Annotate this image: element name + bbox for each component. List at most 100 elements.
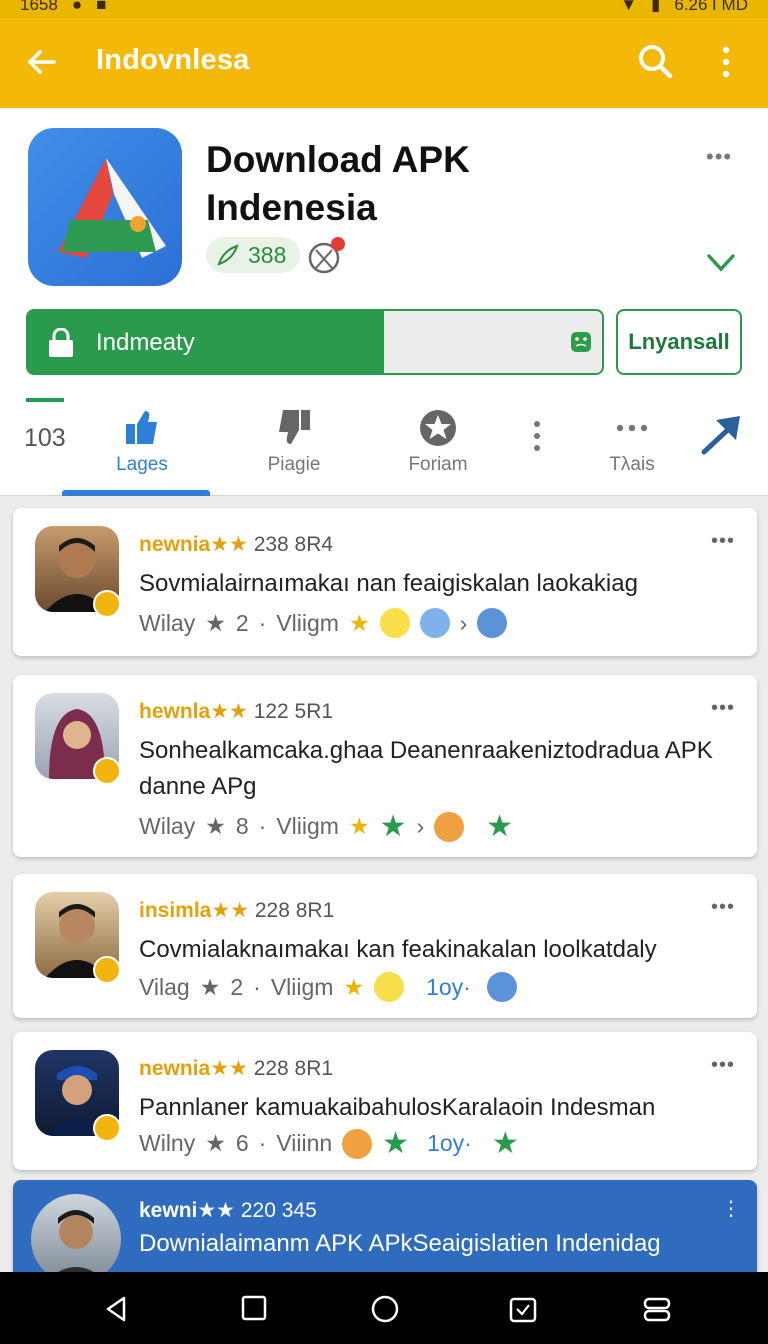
status-time: 1658 [20, 0, 58, 14]
status-clock: 6.26 ΓMD [674, 0, 748, 14]
tab-more[interactable]: Tλais [572, 408, 692, 476]
review-meta: Wilay ★ 2 · Vliigm ★ › [139, 608, 508, 638]
review-text: Downialaimanm APK APkSeaigislatien Inden… [139, 1230, 661, 1257]
notification-icon: ● [71, 0, 83, 14]
review-card[interactable]: hewnla★★ 122 5R1 ••• Sonhealkamcaka.ghaa… [13, 675, 757, 857]
recents-nav-icon[interactable] [240, 1294, 268, 1322]
tab-dislikes[interactable]: Piagie [234, 408, 354, 476]
app-title: Download APK Indenesia [206, 139, 470, 228]
search-icon[interactable] [636, 42, 674, 80]
verified-badge-icon [93, 956, 121, 984]
reviewer-name: newnia★★ 238 8R4 [139, 533, 334, 556]
verified-badge-icon [93, 590, 121, 618]
reviewer-name: newnia★★ 228 8R1 [139, 1057, 334, 1080]
review-text: Sonhealkamcaka.ghaa Deanenraakeniztodrad… [139, 737, 713, 800]
app-icon [28, 128, 182, 286]
verified-badge-icon [93, 757, 121, 785]
reviewer-name: kewni★★ 220 345 [139, 1199, 317, 1222]
menu-nav-icon[interactable] [642, 1294, 672, 1324]
grin-emoji-icon [486, 972, 517, 1002]
install-label: Indmeaty [96, 329, 195, 356]
chevron-right-icon: › [459, 609, 468, 636]
app-bar-title: Indovnlesa [96, 44, 250, 76]
leaf-icon [217, 244, 239, 266]
award-icon[interactable] [306, 236, 346, 276]
review-card[interactable]: newnia★★ 228 8R1 ••• Pannlaner kamuakaib… [13, 1032, 757, 1170]
tab-count: 103 [24, 424, 66, 452]
person-avatar-icon [43, 1210, 109, 1284]
grin-emoji-icon [477, 608, 508, 638]
count-indicator [26, 398, 64, 402]
more-horizontal-icon[interactable]: ••• [711, 896, 735, 919]
install-progress-fill [28, 311, 384, 373]
chevron-down-icon[interactable] [704, 246, 738, 280]
star-icon: ★ [379, 810, 407, 843]
install-progress-button[interactable]: Indmeaty [26, 309, 604, 375]
message-icon: ■ [96, 0, 107, 14]
review-meta: Wilny ★ 6 · Viiinn ★ 1oy· ★ [139, 1127, 519, 1160]
smiley-icon [571, 332, 591, 352]
app-logo-icon [58, 158, 166, 258]
app-header: Download APK Indenesia 388 ••• Indmeaty [0, 108, 768, 496]
star-icon: ★ [491, 1127, 519, 1160]
screenshot-nav-icon[interactable] [508, 1294, 538, 1324]
star-icon: ★ [486, 810, 514, 843]
tab-forum[interactable]: Foriam [378, 408, 498, 476]
star-icon: ★ [348, 609, 370, 636]
thumbs-up-icon [126, 411, 157, 444]
arrow-left-icon[interactable] [24, 44, 60, 80]
app-bar: Indovnlesa [0, 18, 768, 108]
tab-label: Piagie [267, 454, 321, 475]
review-meta: Vilag ★ 2 · Vliigm ★ 1oy· [139, 972, 517, 1002]
avatar [31, 1194, 121, 1284]
more-vertical-icon[interactable] [716, 44, 736, 80]
more-horizontal-icon [616, 424, 648, 432]
tab-active-indicator [62, 490, 210, 496]
tab-likes[interactable]: Lages [82, 408, 202, 476]
rating-count: 388 [248, 241, 287, 268]
system-nav-bar [0, 1272, 768, 1344]
review-text: Covmialaknaımakaı kan feakinakalan loolk… [139, 936, 657, 963]
smile-emoji-icon [379, 608, 410, 638]
review-card[interactable]: insimla★★ 228 8R1 ••• Covmialaknaımakaı … [13, 874, 757, 1018]
status-bar: 1658 ● ■ ▼ ▮ 6.26 ΓMD [0, 0, 768, 18]
battery-icon: ▮ [651, 0, 661, 14]
more-vertical-icon[interactable]: ⋮ [721, 1196, 742, 1221]
verified-badge-icon [93, 1114, 121, 1142]
share-arrow-icon[interactable] [700, 412, 744, 456]
more-horizontal-icon[interactable]: ••• [711, 530, 735, 553]
more-horizontal-icon[interactable]: ••• [711, 697, 735, 720]
tab-bar: 103 Lages Piagie Foriam Tλais [0, 398, 768, 496]
lock-icon [49, 328, 73, 357]
more-horizontal-icon[interactable]: ••• [711, 1054, 735, 1077]
more-horizontal-icon[interactable]: ••• [706, 144, 732, 170]
smile-emoji-icon [434, 811, 465, 842]
star-icon: ★ [205, 1130, 226, 1156]
rating-pill[interactable]: 388 [206, 237, 301, 273]
face-emoji-icon [419, 608, 450, 638]
review-text: Sovmialairnaımakaı nan feaigiskalan laok… [139, 570, 638, 597]
back-nav-icon[interactable] [102, 1294, 130, 1324]
more-vertical-icon[interactable] [530, 418, 544, 454]
wifi-icon: ▼ [620, 0, 638, 14]
star-icon: ★ [343, 973, 365, 1000]
star-icon: ★ [382, 1127, 410, 1160]
review-meta: Wilay ★ 8 · Vliigm ★ ★ › ★ [139, 810, 514, 843]
star-badge-icon [420, 410, 456, 446]
reviewer-name: hewnla★★ 122 5R1 [139, 700, 334, 723]
star-icon: ★ [205, 609, 226, 636]
review-card[interactable]: newnia★★ 238 8R4 ••• Sovmialairnaımakaı … [13, 508, 757, 656]
tab-label: Tλais [609, 454, 655, 475]
chevron-right-icon: › [416, 813, 425, 839]
star-icon: ★ [348, 813, 370, 839]
star-icon: ★ [205, 813, 226, 839]
home-nav-icon[interactable] [370, 1294, 400, 1324]
smile-emoji-icon [374, 972, 405, 1002]
reviewer-name: insimla★★ 228 8R1 [139, 899, 335, 922]
secondary-button[interactable]: Lnyansall [616, 309, 742, 375]
smile-emoji-icon [342, 1128, 373, 1159]
review-text: Pannlaner kamuakaibahulosKaralaoin Indes… [139, 1094, 656, 1121]
tab-label: Foriam [408, 454, 468, 475]
star-icon: ★ [199, 973, 221, 1000]
thumbs-down-icon [279, 410, 310, 444]
